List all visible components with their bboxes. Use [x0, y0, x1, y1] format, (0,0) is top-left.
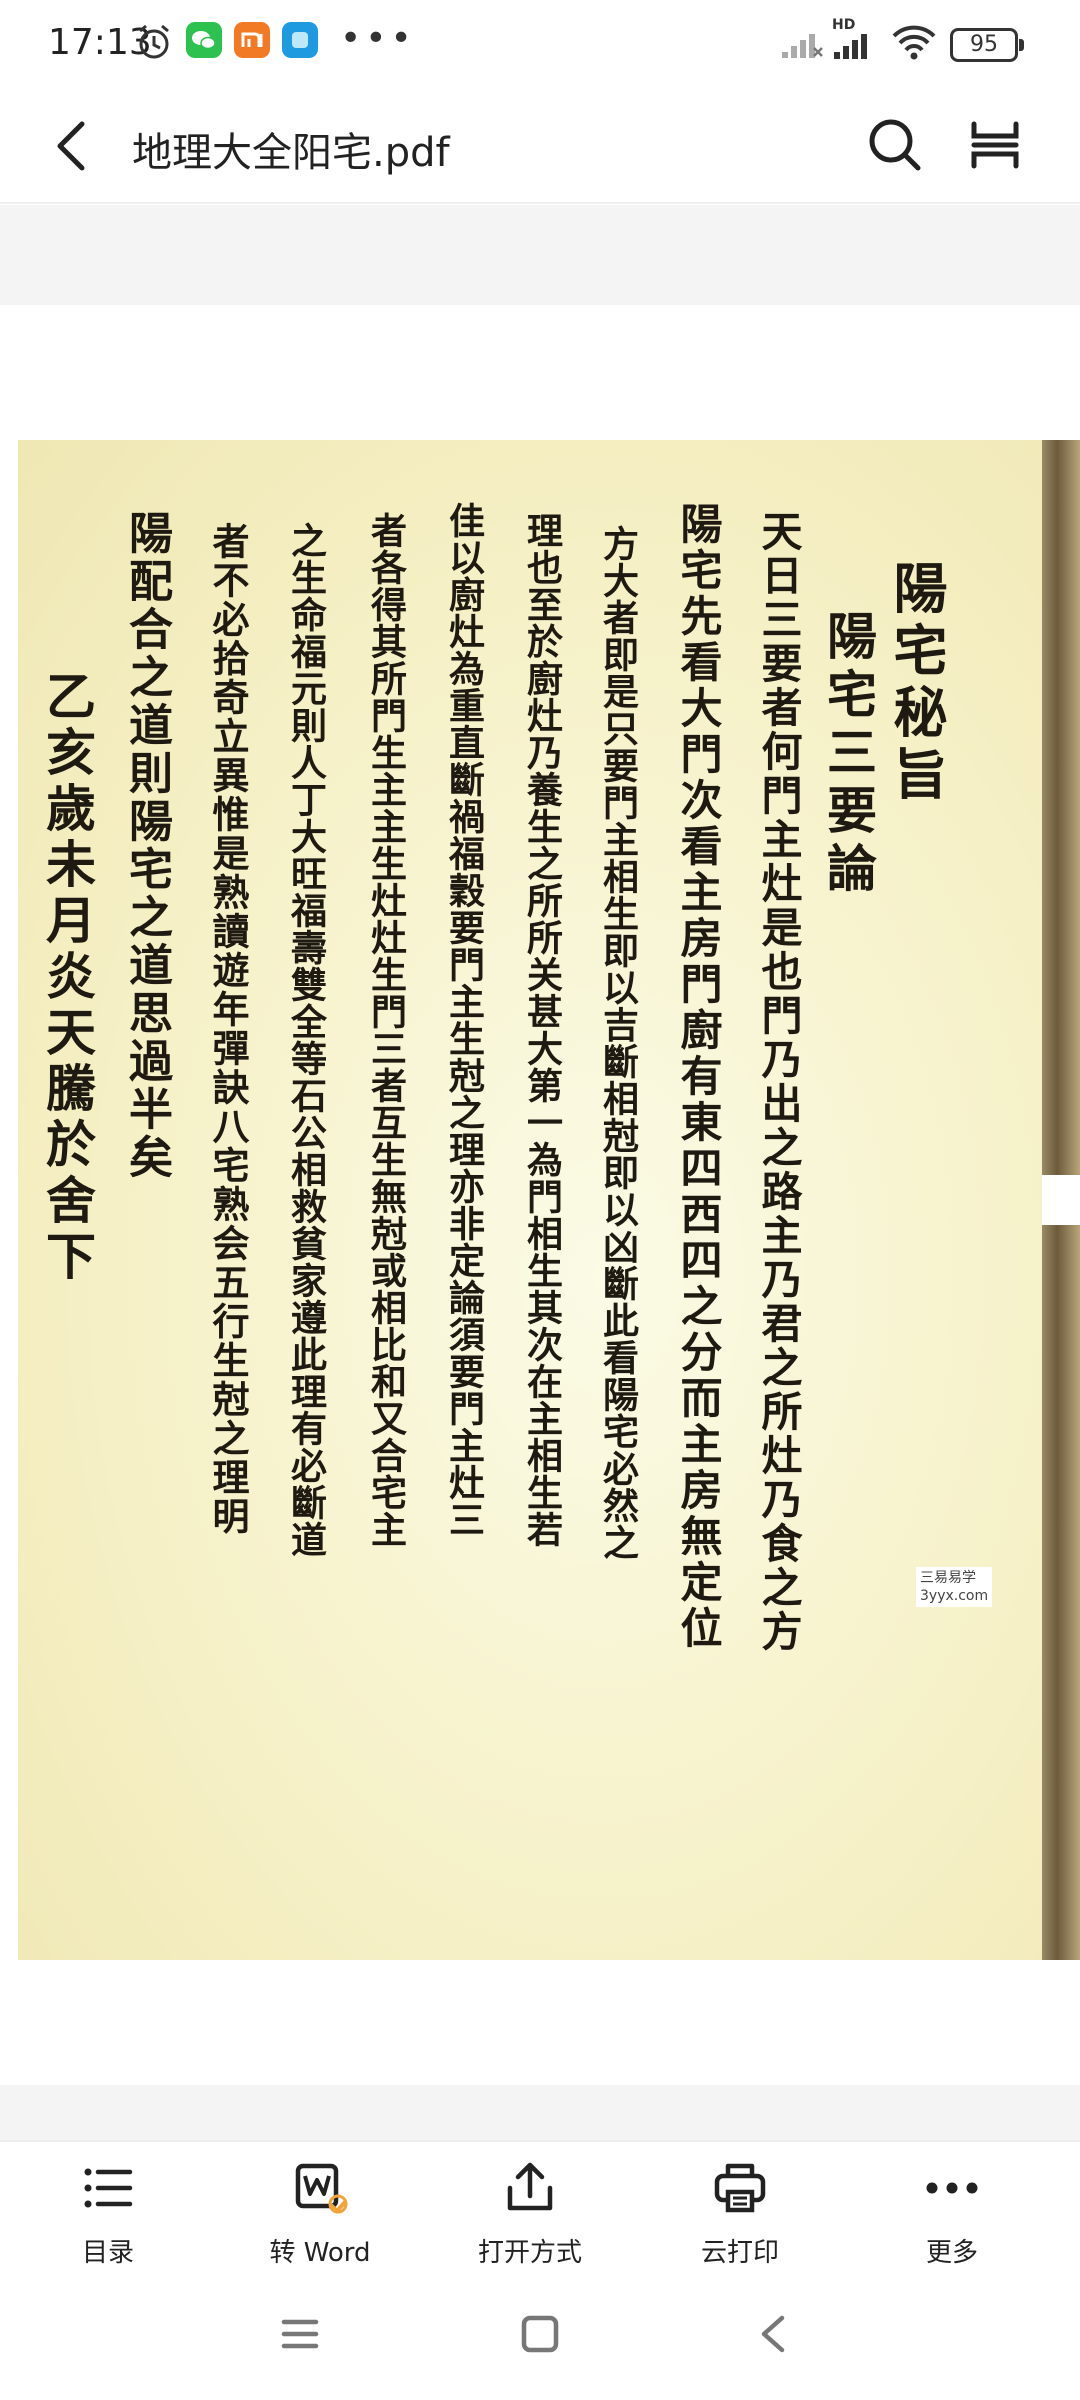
manuscript-column: 天日三要者何門主灶是也門乃出之路主乃君之所灶乃食之方 [754, 510, 802, 1654]
watermark-line: 三易易学 [920, 1570, 976, 1586]
watermark: 三易易学 3yyx.com [916, 1567, 993, 1607]
document-title: 地理大全阳宅.pdf [132, 130, 450, 176]
system-navigation-bar [0, 2290, 1080, 2400]
manuscript-signature: 乙亥歲未月炎天騰於舍下 [38, 670, 97, 1286]
toolbar-label: 云打印 [700, 2238, 779, 2268]
signal-off-icon [780, 30, 824, 64]
manuscript-column: 方大者即是只要門主相生即以吉斷相尅即以凶斷此看陽宅必然之 [597, 525, 639, 1561]
app-header: 地理大全阳宅.pdf [0, 92, 1080, 202]
convert-word-icon [292, 2160, 348, 2216]
manuscript-column: 者各得其所門生主主生灶灶生門三者互生無尅或相比和又合宅主 [365, 512, 407, 1548]
signal-icon: HD [832, 18, 876, 64]
system-back-icon[interactable] [752, 2312, 796, 2360]
pdf-viewer[interactable]: 陽宅秘旨 陽宅三要論 天日三要者何門主灶是也門乃出之路主乃君之所灶乃食之方 陽宅… [0, 205, 1080, 2140]
more-notifications-icon: ••• [340, 18, 416, 59]
wechat-icon [186, 22, 222, 62]
toolbar-label: 更多 [925, 2238, 978, 2268]
manuscript-subheading: 陽宅三要論 [819, 610, 878, 900]
list-icon [80, 2160, 136, 2216]
bottom-toolbar: 目录 转 Word 打开方式 云打印 更多 [0, 2140, 1080, 2292]
manuscript-column: 陽宅先看大門次看主房門廚有東四西四之分而主房無定位 [674, 502, 723, 1652]
app-notification-icon [282, 22, 318, 62]
share-icon [502, 2160, 558, 2216]
header-divider [0, 202, 1080, 204]
toolbar-label: 转 Word [269, 2238, 371, 2268]
manuscript-column: 陽配合之道則陽宅之道思過半矣 [121, 510, 172, 1182]
back-icon[interactable] [52, 118, 92, 178]
toolbar-open-with-button[interactable]: 打开方式 [430, 2142, 630, 2292]
toolbar-more-button[interactable]: 更多 [852, 2142, 1052, 2292]
network-label: HD [832, 17, 856, 33]
manuscript-column: 理也至於廚灶乃養生之所所关甚大第一為門相生其次在主相生若 [521, 512, 563, 1548]
toolbar-convert-word-button[interactable]: 转 Word [220, 2142, 420, 2292]
recent-apps-icon[interactable] [278, 2312, 322, 2360]
manuscript-column: 佳以廚灶為重直斷禍福穀要門主生尅之理亦非定論須要門主灶三 [443, 502, 485, 1538]
manuscript-column: 者不必拾奇立異惟是熟讀遊年彈訣八宅熟会五行生尅之理明 [206, 522, 250, 1536]
wifi-icon [890, 24, 938, 64]
mi-app-icon [234, 22, 270, 62]
scanned-manuscript: 陽宅秘旨 陽宅三要論 天日三要者何門主灶是也門乃出之路主乃君之所灶乃食之方 陽宅… [18, 440, 1080, 1960]
status-bar: 17:13 ••• HD 95 [0, 0, 1080, 92]
toolbar-label: 目录 [81, 2238, 134, 2268]
watermark-line: 3yyx.com [920, 1588, 989, 1604]
home-icon[interactable] [518, 2312, 562, 2360]
alarm-icon [136, 22, 172, 66]
manuscript-heading: 陽宅秘旨 [884, 560, 948, 808]
printer-icon [712, 2160, 768, 2216]
reading-mode-icon[interactable] [968, 120, 1022, 174]
manuscript-column: 之生命福元則人丁大旺福壽雙全等石公相救貧家遵此理有必斷道 [285, 522, 327, 1558]
search-icon[interactable] [866, 116, 924, 178]
battery-indicator: 95 [950, 28, 1024, 62]
pdf-page: 陽宅秘旨 陽宅三要論 天日三要者何門主灶是也門乃出之路主乃君之所灶乃食之方 陽宅… [0, 305, 1080, 2085]
toolbar-label: 打开方式 [477, 2238, 582, 2268]
toolbar-cloud-print-button[interactable]: 云打印 [640, 2142, 840, 2292]
binding-gap [1042, 1175, 1080, 1225]
toolbar-toc-button[interactable]: 目录 [8, 2142, 208, 2292]
more-icon [924, 2160, 980, 2216]
